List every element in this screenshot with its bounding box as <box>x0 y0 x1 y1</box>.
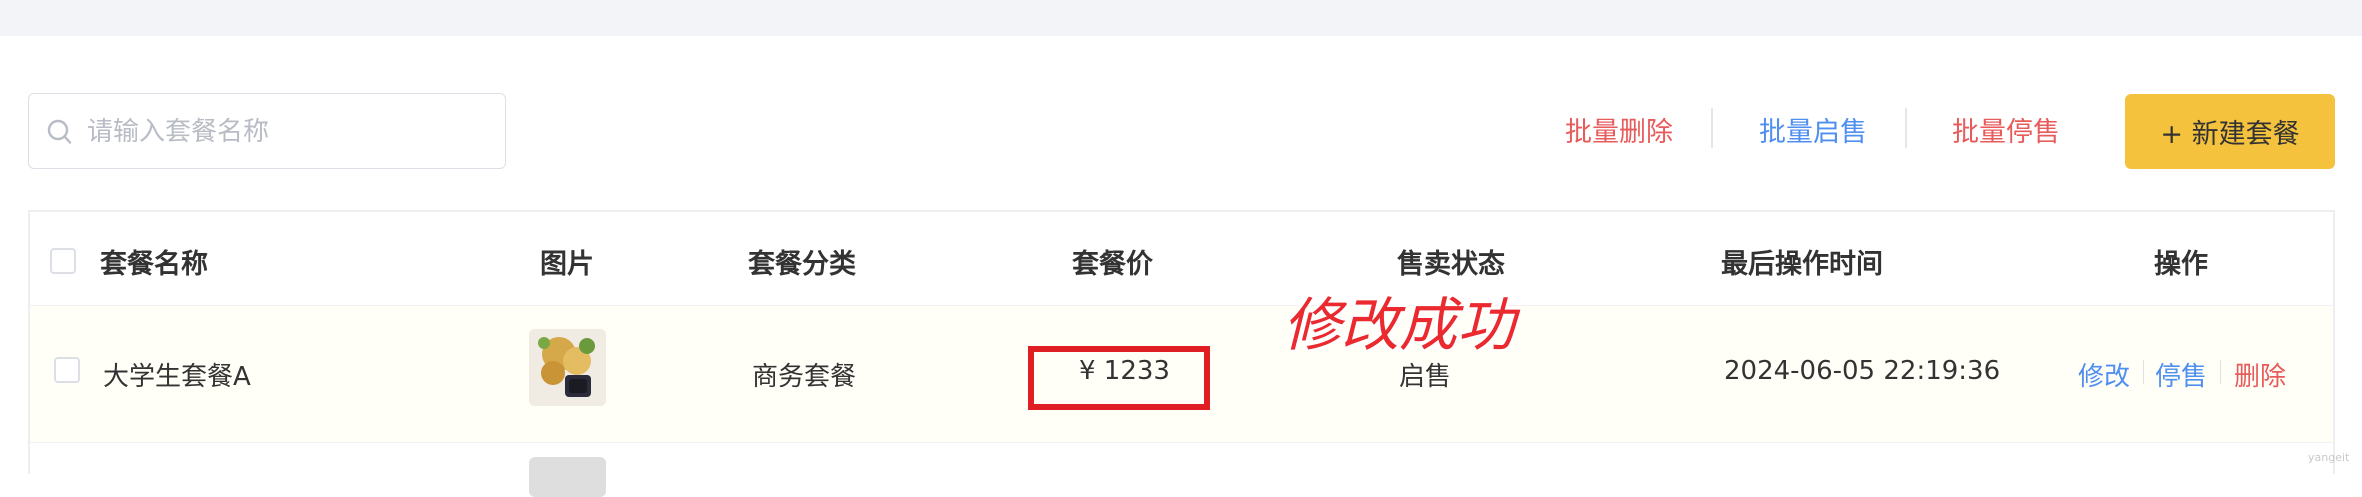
batch-enable-button[interactable]: 批量启售 <box>1759 110 1867 149</box>
batch-disable-button[interactable]: 批量停售 <box>1952 110 2060 149</box>
search-box[interactable] <box>28 93 506 169</box>
header-operations: 操作 <box>2154 249 2208 280</box>
header-updated[interactable]: 最后操作时间 <box>1721 242 1883 281</box>
combo-name: 大学生套餐A <box>103 362 251 392</box>
op-divider <box>2143 360 2144 384</box>
header-name[interactable]: 套餐名称 <box>100 242 208 281</box>
header-category[interactable]: 套餐分类 <box>748 242 856 281</box>
success-annotation: 修改成功 <box>1283 291 1516 359</box>
combo-updated-time: 2024-06-05 22:19:36 <box>1724 356 2001 386</box>
watermark: yangeit <box>2308 451 2350 464</box>
toolbar-divider <box>1711 108 1713 148</box>
header-status[interactable]: 售卖状态 <box>1397 242 1505 281</box>
table-header: 套餐名称 图片 套餐分类 套餐价 售卖状态 最后操作时间 操作 <box>30 212 2333 305</box>
row-checkbox[interactable] <box>54 357 80 383</box>
table-row[interactable] <box>30 443 2333 497</box>
combo-status: 启售 <box>1399 362 1452 392</box>
header-image: 图片 <box>540 249 594 280</box>
search-input[interactable] <box>85 108 489 156</box>
price-highlight-box <box>1028 346 1210 410</box>
select-all-checkbox[interactable] <box>50 248 76 274</box>
search-icon <box>47 119 72 144</box>
batch-delete-button[interactable]: 批量删除 <box>1565 110 1673 149</box>
top-bar <box>0 0 2362 36</box>
op-divider <box>2220 360 2221 384</box>
combo-image <box>529 329 606 406</box>
edit-button[interactable]: 修改 <box>2078 356 2130 393</box>
header-price[interactable]: 套餐价 <box>1072 242 1153 281</box>
combo-table: 套餐名称 图片 套餐分类 套餐价 售卖状态 最后操作时间 操作 大学生套餐A 商… <box>28 210 2335 497</box>
combo-category: 商务套餐 <box>752 362 857 392</box>
create-combo-button[interactable]: + 新建套餐 <box>2125 94 2335 169</box>
toggle-sale-button[interactable]: 停售 <box>2155 356 2207 393</box>
delete-button[interactable]: 删除 <box>2234 356 2286 393</box>
toolbar-divider <box>1905 108 1907 148</box>
combo-image <box>529 457 606 497</box>
